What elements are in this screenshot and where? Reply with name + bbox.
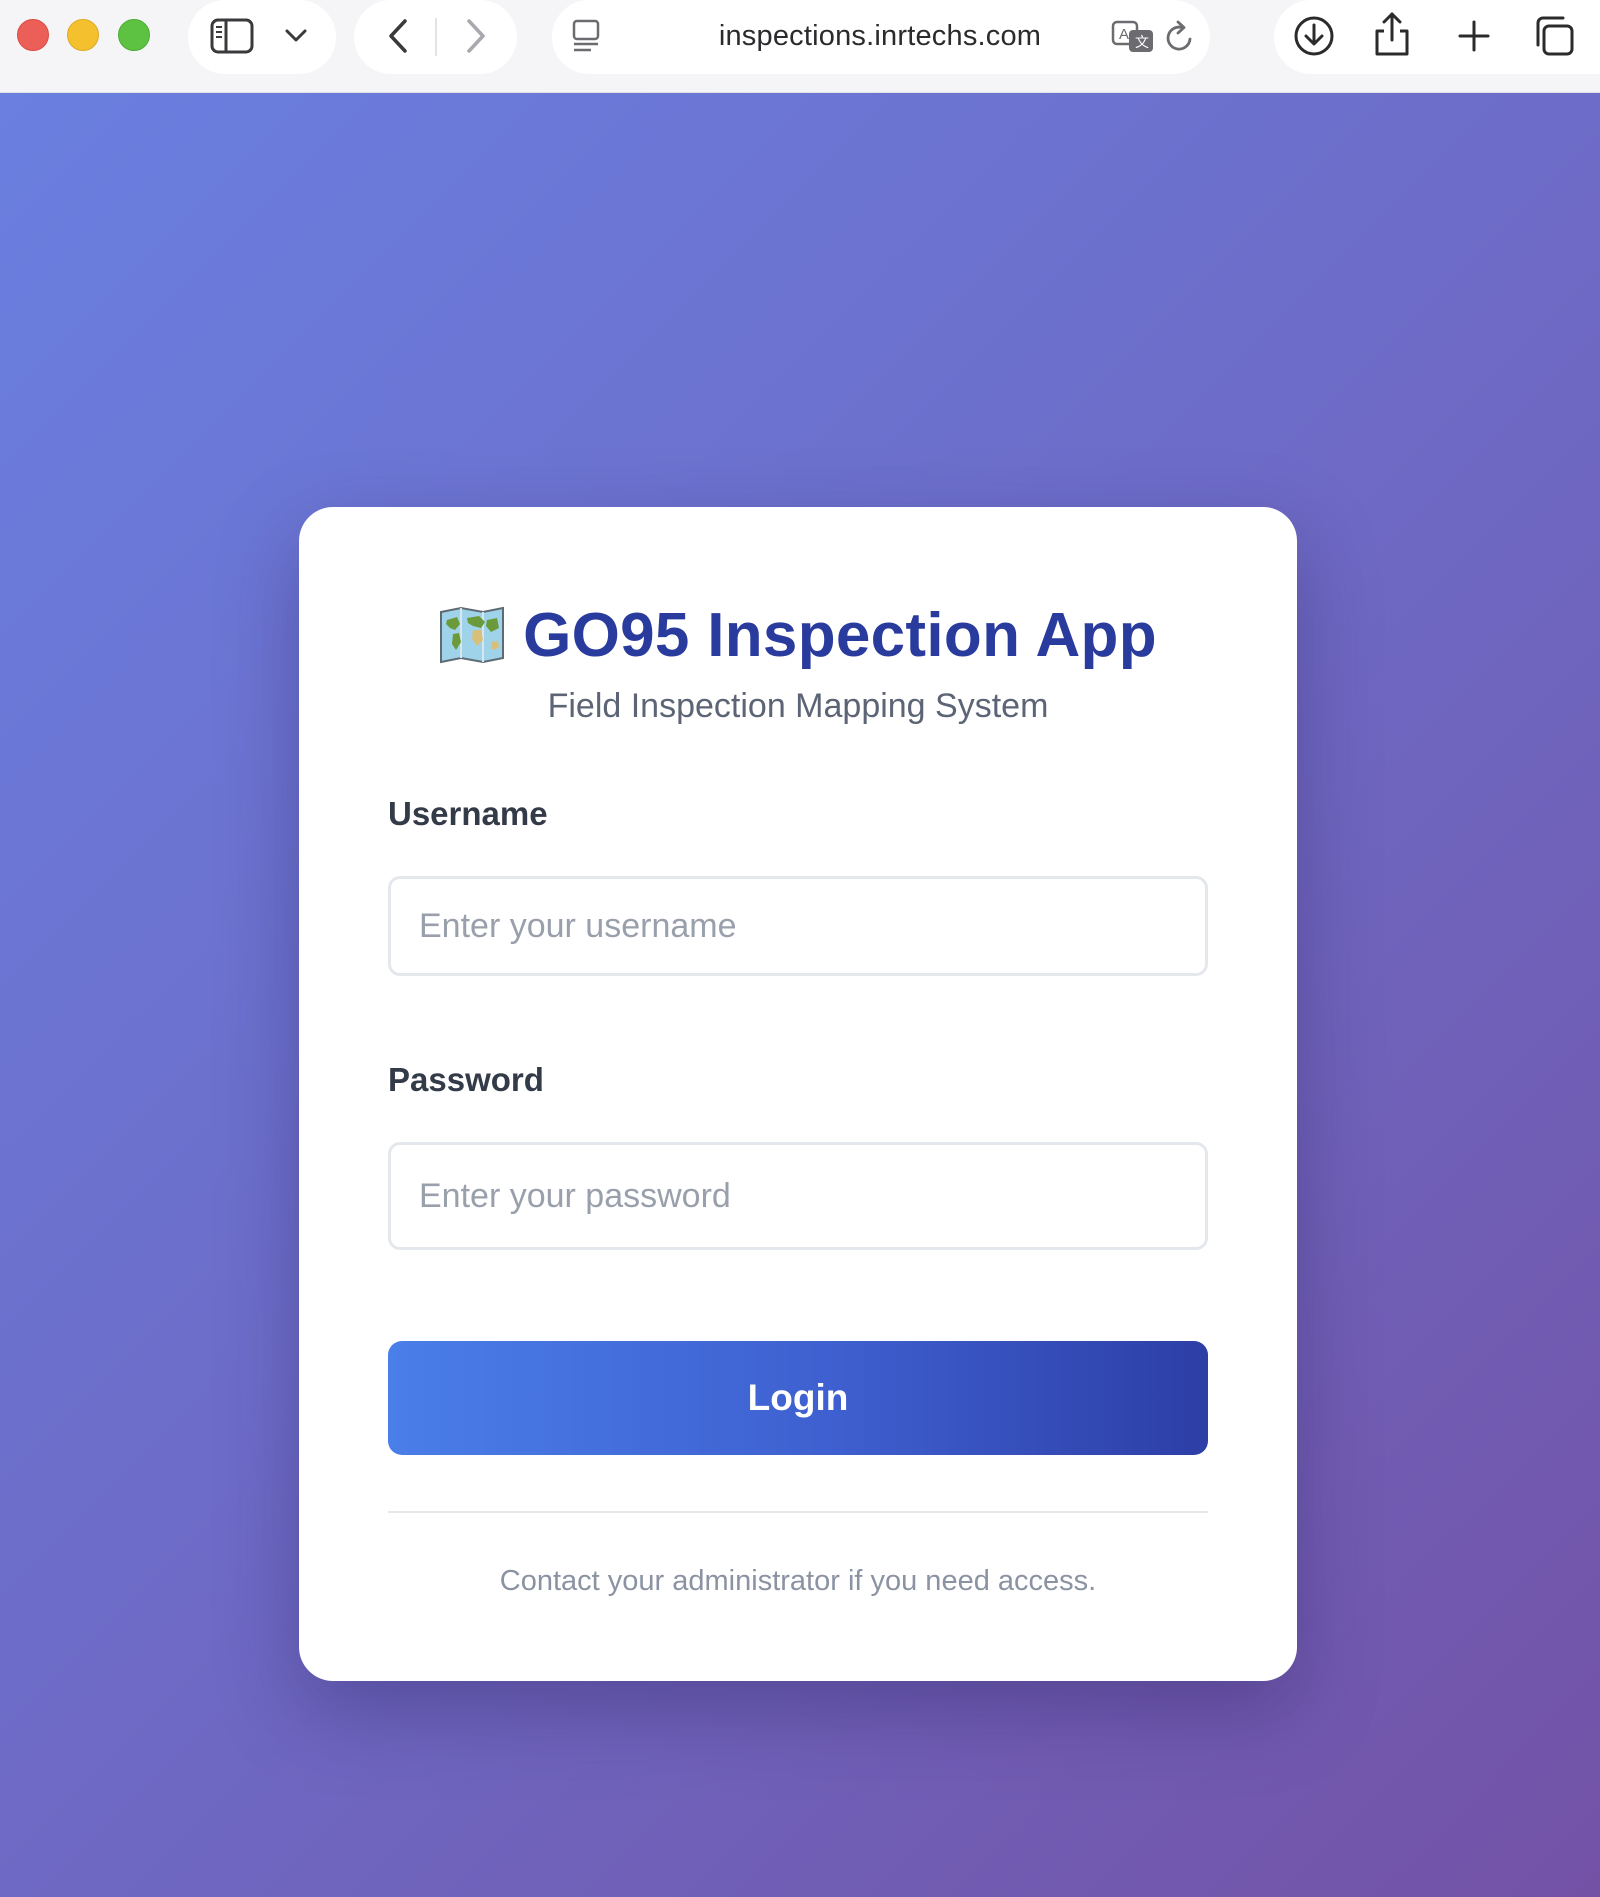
close-window-button[interactable] — [17, 19, 49, 51]
tab-group-menu-button[interactable] — [280, 20, 312, 52]
page-menu-icon — [572, 19, 600, 52]
translate-icon: A 文 — [1111, 20, 1153, 52]
sidebar-icon — [210, 18, 254, 54]
url-text[interactable]: inspections.inrtechs.com — [680, 16, 1080, 56]
password-input[interactable] — [388, 1142, 1208, 1250]
downloads-button[interactable] — [1292, 14, 1336, 58]
translate-button[interactable]: A 文 — [1110, 18, 1156, 56]
browser-toolbar: inspections.inrtechs.com A 文 — [0, 0, 1600, 93]
app-subtitle: Field Inspection Mapping System — [547, 687, 1049, 725]
world-map-icon — [440, 606, 505, 664]
password-label: Password — [388, 1061, 544, 1098]
chevron-right-icon — [467, 19, 485, 53]
svg-text:A: A — [1119, 26, 1129, 43]
zoom-window-button[interactable] — [118, 19, 150, 51]
page-menu-button[interactable] — [568, 18, 604, 54]
share-button[interactable] — [1372, 10, 1412, 58]
tabs-overview-icon — [1536, 16, 1574, 56]
reload-button[interactable] — [1162, 18, 1198, 56]
tab-overview-button[interactable] — [1532, 14, 1576, 58]
sidebar-toggle-button[interactable] — [208, 16, 256, 56]
access-help-text: Contact your administrator if you need a… — [499, 1565, 1097, 1597]
share-icon — [1375, 12, 1409, 56]
chevron-down-icon — [285, 29, 307, 42]
login-button[interactable]: Login — [388, 1341, 1208, 1455]
app-title: GO95 Inspection App — [523, 600, 1157, 670]
download-icon — [1294, 16, 1334, 56]
svg-text:文: 文 — [1135, 34, 1149, 50]
chevron-left-icon — [389, 19, 407, 53]
back-button[interactable] — [378, 14, 418, 58]
reload-icon — [1166, 20, 1192, 51]
username-label: Username — [388, 795, 548, 832]
divider — [388, 1511, 1208, 1513]
nav-divider — [435, 18, 437, 56]
forward-button[interactable] — [456, 14, 496, 58]
username-input[interactable] — [388, 876, 1208, 976]
new-tab-button[interactable] — [1454, 16, 1494, 56]
app-header: GO95 Inspection App — [299, 595, 1297, 675]
page-background: GO95 Inspection App Field Inspection Map… — [0, 93, 1600, 1897]
login-card: GO95 Inspection App Field Inspection Map… — [299, 507, 1297, 1681]
minimize-window-button[interactable] — [67, 19, 99, 51]
plus-icon — [1458, 20, 1490, 52]
